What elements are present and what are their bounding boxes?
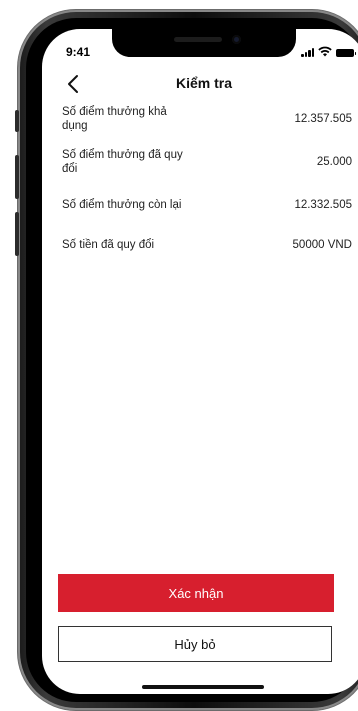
volume-up-button <box>15 155 19 199</box>
detail-list: Số điểm thưởng khả dụng 12.357.505 Số đi… <box>62 106 352 255</box>
page-title: Kiểm tra <box>175 75 233 91</box>
detail-row-remaining-points: Số điểm thưởng còn lại 12.332.505 <box>62 195 352 215</box>
detail-row-redeemed-amount: Số tiền đã quy đổi 50000 VND <box>62 235 352 255</box>
detail-value: 50000 VND <box>292 239 352 251</box>
detail-value: 25.000 <box>316 156 352 168</box>
mute-switch <box>15 110 19 132</box>
detail-value: 12.332.505 <box>294 199 352 211</box>
detail-row-redeemed-points: Số điểm thưởng đã quy đổi 25.000 <box>62 147 352 177</box>
signal-icon <box>301 47 314 57</box>
speaker-grille <box>174 37 222 42</box>
header: Kiểm tra <box>42 69 358 99</box>
volume-down-button <box>15 212 19 256</box>
wifi-icon <box>318 46 332 57</box>
notch <box>112 29 296 57</box>
battery-icon <box>336 49 356 57</box>
status-time: 9:41 <box>66 45 91 59</box>
detail-value: 12.357.505 <box>294 113 352 125</box>
detail-label: Số tiền đã quy đổi <box>62 239 155 251</box>
stage: 9:41 Kiểm tra Số điểm thưởng khả dụng 12… <box>0 0 358 711</box>
confirm-button[interactable]: Xác nhận <box>58 574 334 612</box>
detail-label: Số điểm thưởng khả dụng <box>62 106 167 132</box>
detail-row-available-points: Số điểm thưởng khả dụng 12.357.505 <box>62 106 352 132</box>
front-camera-icon <box>232 35 241 44</box>
status-icons <box>301 45 356 57</box>
cancel-button[interactable]: Hủy bỏ <box>58 626 332 662</box>
detail-label: Số điểm thưởng đã quy đổi <box>62 149 183 175</box>
phone-screen: 9:41 Kiểm tra Số điểm thưởng khả dụng 12… <box>42 29 358 694</box>
detail-label: Số điểm thưởng còn lại <box>62 199 182 211</box>
home-indicator[interactable] <box>142 685 264 689</box>
